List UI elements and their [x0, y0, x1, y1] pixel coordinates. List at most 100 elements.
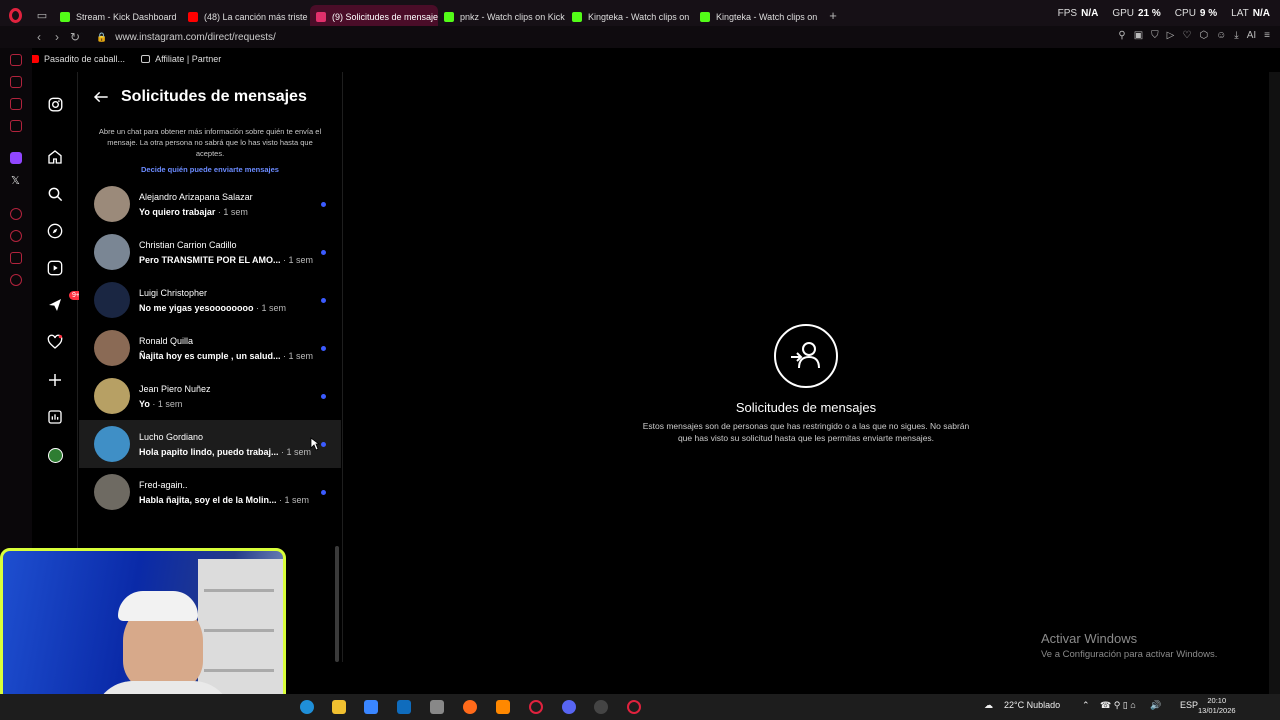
message-text: Ñajita hoy es cumple , un salud... — [139, 351, 281, 361]
extensions-icon[interactable]: ⬡ — [1199, 30, 1208, 41]
system-clock[interactable]: 20:10 13/01/2026 — [1198, 696, 1236, 716]
kick-icon — [572, 11, 582, 22]
browser-tab[interactable]: pnkz - Watch clips on Kick — [438, 5, 566, 29]
language-indicator[interactable]: ESP — [1180, 700, 1198, 710]
browser-tab[interactable]: Kingteka - Watch clips on — [694, 5, 822, 29]
instagram-icon[interactable] — [10, 120, 22, 132]
ai-icon[interactable]: AI — [1247, 30, 1256, 41]
requests-list: Alejandro Arizapana Salazar Yo quiero tra… — [79, 180, 341, 516]
snapshot-icon[interactable]: ▣ — [1134, 30, 1143, 41]
forward-icon[interactable]: › — [48, 30, 66, 44]
explorer-icon[interactable] — [332, 700, 346, 714]
clock-time: 20:10 — [1207, 696, 1227, 705]
search-icon[interactable] — [47, 186, 63, 202]
app-icon[interactable] — [430, 700, 444, 714]
play-icon[interactable]: ▷ — [1167, 30, 1175, 41]
url-field[interactable]: www.instagram.com/direct/requests/ — [115, 32, 276, 43]
tray-chevron-icon[interactable]: ⌃ — [1082, 700, 1090, 711]
avatar — [94, 426, 130, 462]
message-time: · 1 sem — [253, 303, 287, 313]
request-row[interactable]: Christian Carrion Cadillo Pero TRANSMITE … — [79, 228, 341, 276]
music-icon[interactable] — [10, 208, 22, 220]
reels-icon[interactable] — [47, 260, 63, 276]
browser-tab[interactable]: (48) La canción más triste — [182, 5, 310, 29]
volume-icon[interactable]: 🔊 — [1150, 700, 1161, 711]
messages-icon[interactable]: 9+ — [47, 291, 83, 313]
request-row[interactable]: Ronald Quilla Ñajita hoy es cumple , un s… — [79, 324, 341, 372]
instagram-icon — [316, 11, 326, 22]
unread-dot — [321, 394, 326, 399]
firefox-icon[interactable] — [463, 700, 477, 714]
sender-name: Ronald Quilla — [139, 336, 194, 346]
account-icon[interactable]: ☺ — [1216, 30, 1226, 41]
back-arrow-icon[interactable] — [93, 90, 109, 104]
sender-name: Fred-again.. — [139, 480, 188, 490]
reload-icon[interactable]: ↻ — [66, 30, 84, 44]
request-row[interactable]: Fred-again.. Habla ñajita, soy el de la M… — [79, 468, 341, 516]
x-icon[interactable]: 𝕏 — [11, 174, 20, 187]
message-controls-link[interactable]: Decide quién puede enviarte mensajes — [79, 165, 341, 174]
empty-state-description: Estos mensajes son de personas que has r… — [642, 421, 970, 443]
dashboard-icon[interactable] — [47, 409, 63, 425]
extensions-icon[interactable] — [10, 252, 22, 264]
bookmark-item[interactable]: Affiliate | Partner — [141, 54, 221, 64]
hardware-stats: FPS N/A GPU 21 % CPU 9 % LAT N/A — [1058, 8, 1270, 19]
browser-tab[interactable]: Stream - Kick Dashboard — [54, 5, 182, 29]
menu-icon[interactable]: ≡ — [1264, 30, 1270, 41]
clock-date: 13/01/2026 — [1198, 706, 1236, 715]
vlc-icon[interactable] — [496, 700, 510, 714]
avatar — [94, 378, 130, 414]
opera-gx-icon[interactable] — [627, 700, 641, 714]
settings-icon[interactable] — [10, 274, 22, 286]
sender-name: Alejandro Arizapana Salazar — [139, 192, 253, 202]
home-icon[interactable] — [47, 149, 63, 165]
obs-icon[interactable] — [594, 700, 608, 714]
request-row[interactable]: Lucho Gordiano Hola papito lindo, puedo t… — [79, 420, 341, 468]
opera-icon[interactable] — [529, 700, 543, 714]
store-icon[interactable] — [364, 700, 378, 714]
watermark-title: Activar Windows — [1041, 631, 1138, 646]
avatar — [94, 474, 130, 510]
weather-icon[interactable]: ☁ — [984, 700, 993, 711]
message-text: Yo quiero trabajar — [139, 207, 216, 217]
windows-activation-watermark: Activar Windows Ve a Configuración para … — [1041, 631, 1217, 660]
tab-label: Kingteka - Watch clips on — [716, 11, 818, 22]
weather-text[interactable]: 22°C Nublado — [1004, 700, 1060, 710]
lock-icon: 🔒 — [96, 31, 108, 42]
history-icon[interactable] — [10, 230, 22, 242]
explore-icon[interactable] — [47, 223, 63, 239]
bookmark-item[interactable]: Pasadito de caball... — [30, 54, 125, 64]
message-preview: Yo · 1 sem — [139, 399, 182, 409]
tray-app-icons[interactable]: ☎ ⚲ ▯ ⌂ — [1100, 700, 1136, 711]
request-row[interactable]: Jean Piero Nuñez Yo · 1 sem — [79, 372, 341, 420]
browser-tab[interactable]: Kingteka - Watch clips on — [566, 5, 694, 29]
message-time: · 1 sem — [149, 399, 183, 409]
discord-icon[interactable] — [562, 700, 576, 714]
create-icon[interactable] — [47, 372, 63, 388]
download-icon[interactable]: ⤓ — [1234, 30, 1238, 41]
tab-label: Kingteka - Watch clips on — [588, 11, 690, 22]
shop-icon[interactable] — [10, 76, 22, 88]
instagram-logo-icon[interactable] — [47, 96, 63, 112]
heart-icon[interactable]: ♡ — [1182, 30, 1191, 41]
messenger-icon[interactable] — [10, 98, 22, 110]
avatar — [94, 330, 130, 366]
pin-icon[interactable]: ⚲ — [1118, 30, 1125, 41]
profile-avatar[interactable] — [47, 447, 63, 463]
request-row[interactable]: Alejandro Arizapana Salazar Yo quiero tra… — [79, 180, 341, 228]
outlook-icon[interactable] — [397, 700, 411, 714]
shield-icon[interactable]: ⛉ — [1151, 30, 1159, 41]
page-scrollbar[interactable] — [1269, 72, 1280, 694]
request-row[interactable]: Luigi Christopher No me yigas yesoooooooo… — [79, 276, 341, 324]
new-tab-button[interactable]: + — [822, 8, 844, 23]
sender-name: Lucho Gordiano — [139, 432, 204, 442]
scrollbar[interactable] — [335, 546, 339, 662]
unread-dot — [321, 202, 326, 207]
notifications-icon[interactable] — [47, 334, 63, 350]
edge-icon[interactable] — [300, 700, 314, 714]
aria-icon[interactable] — [10, 54, 22, 66]
back-icon[interactable]: ‹ — [30, 30, 48, 44]
kick-icon — [444, 11, 454, 22]
twitch-icon[interactable] — [10, 152, 22, 164]
browser-tab[interactable]: (9) Solicitudes de mensaje — [310, 4, 438, 29]
